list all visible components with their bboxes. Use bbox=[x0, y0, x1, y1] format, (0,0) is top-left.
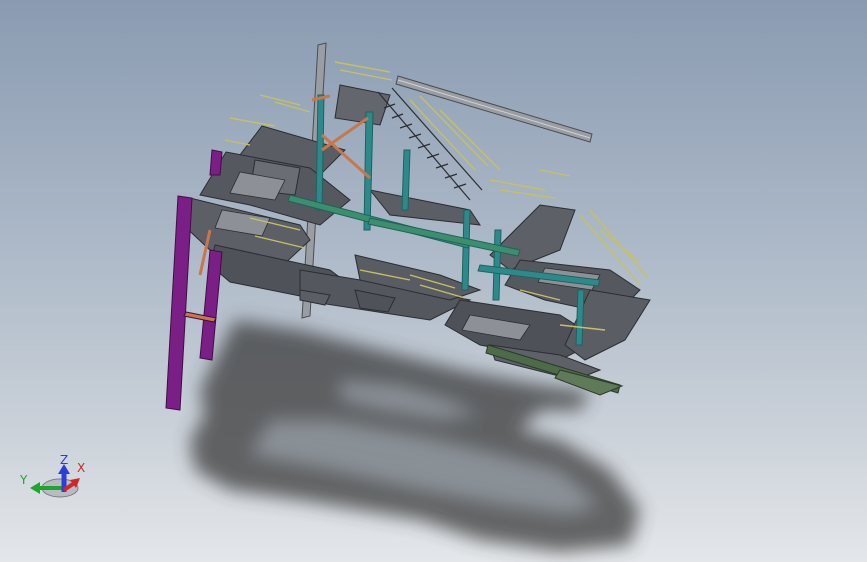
view-triad[interactable]: Z X Y bbox=[0, 0, 867, 562]
cad-viewport[interactable]: Z X Y bbox=[0, 0, 867, 562]
z-axis-label: Z bbox=[60, 453, 68, 467]
y-axis-label: Y bbox=[19, 473, 28, 487]
x-axis-label: X bbox=[77, 461, 85, 475]
